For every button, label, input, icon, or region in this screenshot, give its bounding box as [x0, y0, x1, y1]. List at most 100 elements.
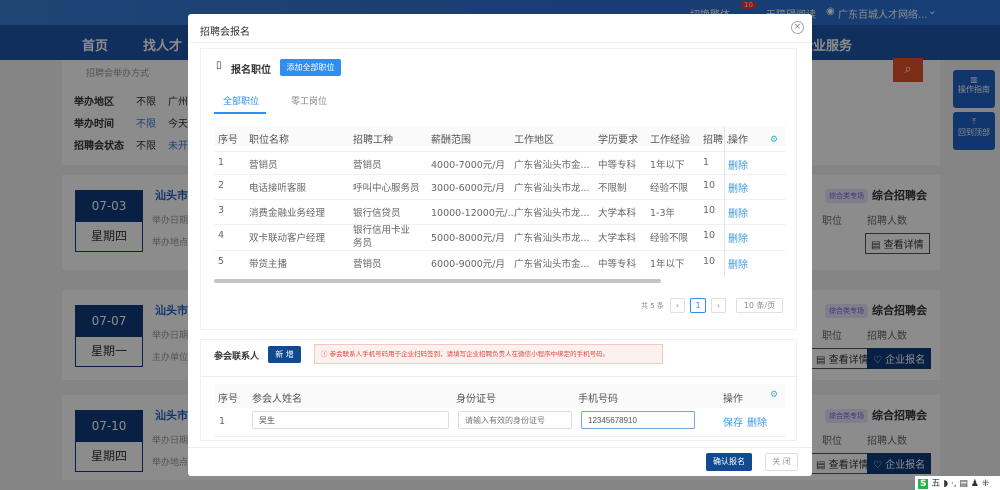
row-divider: [214, 224, 786, 225]
col-header: 操作: [728, 135, 748, 146]
id-number-input[interactable]: [458, 411, 572, 429]
col-header: 身份证号: [456, 394, 496, 405]
gear-icon[interactable]: ⚙: [770, 390, 778, 400]
col-header: 参会人姓名: [252, 394, 302, 405]
table-cell: 营销员: [353, 160, 382, 171]
table-cell: 中等专科: [598, 259, 637, 270]
table-header: [214, 126, 786, 146]
row-divider: [214, 436, 786, 437]
table-cell: 1年以下: [650, 259, 685, 270]
col-header: 序号: [218, 394, 238, 405]
active-tab-indicator: [214, 112, 266, 114]
row-index: 1: [219, 416, 226, 427]
table-cell: 大学本科: [598, 208, 637, 219]
row-divider: [214, 250, 786, 251]
table-cell: 10: [703, 256, 716, 267]
contacts-section: 参会联系人 新 增 ⓘ 参会联系人手机号码用于企业扫码签到，请填写企业招聘负责人…: [200, 339, 798, 441]
table-cell: 中等专科: [598, 160, 637, 171]
positions-section: ▯ 报名职位 添加全部职位 全部职位 零工岗位 序号 职位名称 招聘工种 薪酬范围 工作…: [200, 48, 797, 330]
table-cell: 电话接听客服: [249, 183, 307, 194]
col-header: 薪酬范围: [431, 135, 471, 146]
table-cell: 带货主播: [249, 259, 288, 270]
col-header: 工作地区: [514, 135, 554, 146]
fixed-column-divider: [724, 127, 725, 277]
table-cell: 经验不限: [650, 183, 689, 194]
table-cell: 1: [218, 157, 225, 168]
contacts-label: 参会联系人: [214, 352, 260, 362]
divider: [188, 42, 812, 43]
delete-position-link[interactable]: 删除: [728, 205, 748, 220]
col-header: 工作经验: [650, 135, 690, 146]
alert-text: 参会联系人手机号码用于企业扫码签到，请填写企业招聘负责人在微信小程序中绑定的手机…: [329, 350, 610, 358]
table-cell: 广东省汕头市金...: [514, 259, 590, 270]
close-button[interactable]: 关 闭: [765, 453, 798, 471]
table-cell: 5: [218, 256, 225, 267]
row-divider: [214, 151, 786, 152]
table-cell: 广东省汕头市龙...: [514, 183, 590, 194]
col-header: 手机号码: [578, 394, 618, 405]
table-cell: 广东省汕头市龙...: [514, 233, 590, 244]
col-header: 招聘工种: [353, 135, 393, 146]
table-cell: 银行信贷员: [353, 208, 401, 219]
delete-contact-link[interactable]: 删除: [747, 414, 767, 429]
info-icon: ⓘ: [321, 350, 330, 358]
table-cell: 4000-7000元/月: [431, 160, 505, 171]
col-header: 学历要求: [598, 135, 638, 146]
delete-position-link[interactable]: 删除: [728, 180, 748, 195]
table-cell: 6000-9000元/月: [431, 259, 505, 270]
table-cell: 3: [218, 205, 225, 216]
table-cell: 1: [703, 157, 710, 168]
col-header: 招聘..: [703, 135, 730, 146]
table-cell: 1年以下: [650, 160, 685, 171]
row-divider: [214, 199, 786, 200]
delete-position-link[interactable]: 删除: [728, 230, 748, 245]
table-cell: 4: [218, 230, 225, 241]
positions-label: 报名职位: [231, 65, 271, 76]
row-divider: [214, 174, 786, 175]
delete-position-link[interactable]: 删除: [728, 157, 748, 172]
tab-all-positions[interactable]: 全部职位: [223, 94, 259, 107]
sogou-icon: S: [918, 479, 929, 489]
table-cell: 双卡联动客户经理: [249, 233, 326, 244]
document-icon: ▯: [216, 60, 222, 71]
add-contact-button[interactable]: 新 增: [268, 346, 301, 363]
table-cell: 大学本科: [598, 233, 637, 244]
table-cell: 营销员: [353, 259, 382, 270]
col-header: 序号: [218, 135, 238, 146]
table-cell: 3000-6000元/月: [431, 183, 505, 194]
table-cell: 10000-12000元/...: [431, 208, 517, 219]
close-icon[interactable]: ×: [791, 21, 804, 34]
next-page-button[interactable]: ›: [711, 298, 726, 313]
signup-modal: 招聘会报名 × ▯ 报名职位 添加全部职位 全部职位 零工岗位 序号 职位名称 招聘…: [188, 14, 812, 476]
save-contact-link[interactable]: 保存: [723, 414, 743, 429]
page-1-button[interactable]: 1: [690, 298, 706, 313]
tab-gig-positions[interactable]: 零工岗位: [291, 94, 327, 107]
phone-input[interactable]: [581, 411, 695, 429]
table-cell: 广东省汕头市金...: [514, 160, 590, 171]
table-cell: 营销员: [249, 160, 278, 171]
table-cell: 10: [703, 180, 716, 191]
prev-page-button[interactable]: ‹: [670, 298, 685, 313]
table-cell: 2: [218, 180, 225, 191]
add-all-positions-button[interactable]: 添加全部职位: [280, 59, 341, 76]
page-size-select[interactable]: 10 条/页: [736, 298, 783, 313]
total-count: 共 5 条: [641, 302, 664, 310]
table-cell: 广东省汕头市龙...: [514, 208, 590, 219]
col-header: 操作: [723, 394, 743, 405]
confirm-signup-button[interactable]: 确认报名: [706, 453, 752, 471]
horizontal-scrollbar[interactable]: [214, 279, 661, 283]
contact-name-input[interactable]: [252, 411, 449, 429]
delete-position-link[interactable]: 删除: [728, 256, 748, 271]
table-cell: 不限制: [598, 183, 627, 194]
table-cell: 经验不限: [650, 233, 689, 244]
table-cell: 呼叫中心服务员: [353, 183, 420, 194]
ime-toolbar[interactable]: S 五 ◗ ·, ▤ ♟ ⁜: [915, 476, 1000, 490]
gear-icon[interactable]: ⚙: [770, 135, 778, 145]
divider: [188, 447, 812, 448]
table-cell: 5000-8000元/月: [431, 233, 505, 244]
table-cell: 1-3年: [650, 208, 676, 219]
info-alert: ⓘ 参会联系人手机号码用于企业扫码签到，请填写企业招聘负责人在微信小程序中绑定的…: [314, 344, 663, 364]
table-cell: 10: [703, 230, 716, 241]
ime-mode: 五: [931, 479, 941, 489]
modal-title: 招聘会报名: [200, 27, 250, 38]
